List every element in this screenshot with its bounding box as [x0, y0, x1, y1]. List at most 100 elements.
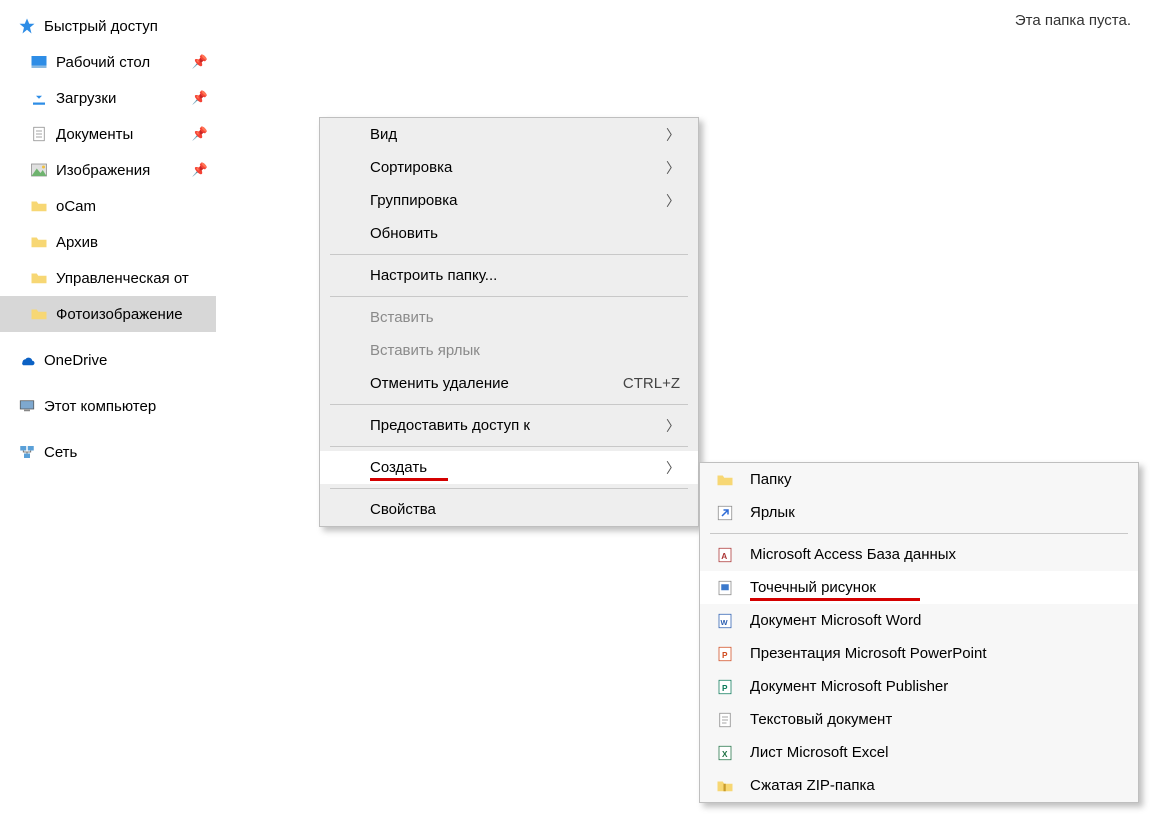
bitmap-icon	[716, 579, 734, 597]
menu-create[interactable]: Создать 〉	[320, 451, 698, 484]
nav-onedrive[interactable]: OneDrive	[0, 342, 216, 378]
submenu-excel[interactable]: X Лист Microsoft Excel	[700, 736, 1138, 769]
chevron-right-icon: 〉	[666, 458, 680, 478]
menu-label: Вставить ярлык	[370, 342, 680, 359]
folder-icon	[30, 305, 48, 323]
powerpoint-icon: P	[716, 645, 734, 663]
menu-label: Точечный рисунок	[750, 579, 1120, 596]
nav-photo-selected[interactable]: Фотоизображение	[0, 296, 216, 332]
submenu-access-db[interactable]: A Microsoft Access База данных	[700, 538, 1138, 571]
documents-icon	[30, 125, 48, 143]
menu-properties[interactable]: Свойства	[320, 493, 698, 526]
nav-downloads[interactable]: Загрузки 📌	[0, 80, 216, 116]
menu-label: Предоставить доступ к	[370, 417, 652, 434]
svg-text:W: W	[721, 617, 729, 626]
publisher-icon: P	[716, 678, 734, 696]
chevron-right-icon: 〉	[666, 416, 680, 436]
chevron-right-icon: 〉	[666, 158, 680, 178]
zip-icon	[716, 777, 734, 795]
nav-label: Управленческая от	[56, 270, 216, 287]
submenu-powerpoint[interactable]: P Презентация Microsoft PowerPoint	[700, 637, 1138, 670]
nav-label: Сеть	[44, 444, 216, 461]
menu-separator	[710, 533, 1128, 534]
menu-paste-shortcut: Вставить ярлык	[320, 334, 698, 367]
folder-icon	[30, 197, 48, 215]
folder-icon	[30, 233, 48, 251]
nav-desktop[interactable]: Рабочий стол 📌	[0, 44, 216, 80]
nav-archive[interactable]: Архив	[0, 224, 216, 260]
menu-label: Обновить	[370, 225, 680, 242]
nav-management[interactable]: Управленческая от	[0, 260, 216, 296]
submenu-folder[interactable]: Папку	[700, 463, 1138, 496]
quick-access-icon	[18, 17, 36, 35]
menu-view[interactable]: Вид 〉	[320, 118, 698, 151]
menu-label: Текстовый документ	[750, 711, 1120, 728]
menu-sort[interactable]: Сортировка 〉	[320, 151, 698, 184]
onedrive-icon	[18, 351, 36, 369]
nav-this-pc[interactable]: Этот компьютер	[0, 388, 216, 424]
menu-shortcut: CTRL+Z	[623, 375, 680, 392]
nav-documents[interactable]: Документы 📌	[0, 116, 216, 152]
menu-label: Microsoft Access База данных	[750, 546, 1120, 563]
menu-label: Настроить папку...	[370, 267, 680, 284]
computer-icon	[18, 397, 36, 415]
menu-separator	[330, 404, 688, 405]
menu-label: Презентация Microsoft PowerPoint	[750, 645, 1120, 662]
annotation-underline	[750, 598, 920, 601]
nav-label: Быстрый доступ	[44, 18, 216, 35]
menu-customize-folder[interactable]: Настроить папку...	[320, 259, 698, 292]
submenu-bitmap[interactable]: Точечный рисунок	[700, 571, 1138, 604]
desktop-icon	[30, 53, 48, 71]
folder-icon	[30, 269, 48, 287]
nav-label: OneDrive	[44, 352, 216, 369]
shortcut-icon	[716, 504, 734, 522]
nav-label: oCam	[56, 198, 216, 215]
word-icon: W	[716, 612, 734, 630]
menu-label: Группировка	[370, 192, 652, 209]
text-file-icon	[716, 711, 734, 729]
menu-label: Вид	[370, 126, 652, 143]
svg-text:P: P	[722, 683, 728, 692]
menu-share-access[interactable]: Предоставить доступ к 〉	[320, 409, 698, 442]
annotation-underline	[370, 478, 448, 481]
submenu-publisher[interactable]: P Документ Microsoft Publisher	[700, 670, 1138, 703]
submenu-word[interactable]: W Документ Microsoft Word	[700, 604, 1138, 637]
nav-label: Загрузки	[56, 90, 184, 107]
nav-ocam[interactable]: oCam	[0, 188, 216, 224]
svg-text:A: A	[721, 551, 727, 560]
nav-label: Рабочий стол	[56, 54, 184, 71]
menu-label: Папку	[750, 471, 1120, 488]
menu-label: Лист Microsoft Excel	[750, 744, 1120, 761]
nav-quick-access[interactable]: Быстрый доступ	[0, 8, 216, 44]
menu-paste: Вставить	[320, 301, 698, 334]
pin-icon: 📌	[192, 54, 208, 70]
empty-folder-message: Эта папка пуста.	[1015, 12, 1131, 29]
submenu-zip[interactable]: Сжатая ZIP-папка	[700, 769, 1138, 802]
access-icon: A	[716, 546, 734, 564]
menu-label: Сжатая ZIP-папка	[750, 777, 1120, 794]
nav-label: Документы	[56, 126, 184, 143]
chevron-right-icon: 〉	[666, 191, 680, 211]
navigation-pane: Быстрый доступ Рабочий стол 📌 Загрузки 📌…	[0, 0, 216, 837]
network-icon	[18, 443, 36, 461]
menu-refresh[interactable]: Обновить	[320, 217, 698, 250]
nav-label: Фотоизображение	[56, 306, 216, 323]
nav-pictures[interactable]: Изображения 📌	[0, 152, 216, 188]
nav-network[interactable]: Сеть	[0, 434, 216, 470]
menu-label: Свойства	[370, 501, 680, 518]
svg-text:P: P	[722, 650, 728, 659]
menu-label: Сортировка	[370, 159, 652, 176]
menu-separator	[330, 446, 688, 447]
nav-label: Архив	[56, 234, 216, 251]
submenu-shortcut[interactable]: Ярлык	[700, 496, 1138, 529]
menu-separator	[330, 488, 688, 489]
svg-text:X: X	[722, 749, 728, 758]
menu-group[interactable]: Группировка 〉	[320, 184, 698, 217]
menu-separator	[330, 254, 688, 255]
submenu-text[interactable]: Текстовый документ	[700, 703, 1138, 736]
excel-icon: X	[716, 744, 734, 762]
menu-separator	[330, 296, 688, 297]
folder-icon	[716, 471, 734, 489]
menu-undo-delete[interactable]: Отменить удаление CTRL+Z	[320, 367, 698, 400]
menu-label: Вставить	[370, 309, 680, 326]
